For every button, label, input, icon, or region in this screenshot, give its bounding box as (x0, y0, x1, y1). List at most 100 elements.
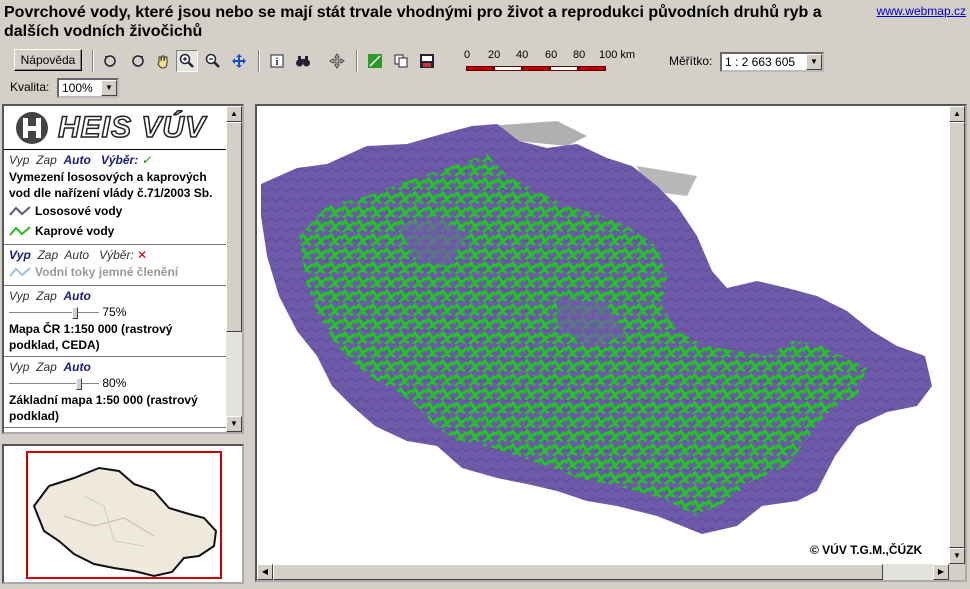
overview-map[interactable] (2, 444, 244, 584)
scroll-left-icon[interactable]: ◀ (257, 564, 273, 580)
legend-layer-fish-waters: Vyp Zap Auto Výběr: ✓ Vymezení lososovýc… (4, 150, 228, 245)
map-view[interactable]: © VÚV T.G.M.,ČÚZK ▲ ▼ ◀ ▶ (255, 104, 967, 582)
scale-bar-segment (550, 66, 578, 71)
toolbar-separator (356, 50, 358, 72)
map-vertical-scrollbar[interactable]: ▲ ▼ (949, 106, 965, 564)
mode-zap[interactable]: Zap (36, 360, 57, 374)
scale-tick-label: 60 (545, 49, 558, 61)
quality-select[interactable]: 100% ▼ (57, 78, 119, 98)
map-copyright: © VÚV T.G.M.,ČÚZK (810, 543, 923, 557)
scale-bar-segment (522, 66, 550, 71)
layer-name: Mapa ČR 1:150 000 (rastrový podklad, CED… (9, 322, 173, 352)
scrollbar-thumb[interactable] (949, 122, 965, 548)
cross-icon: ✕ (137, 248, 148, 262)
scale-select-value: 1 : 2 663 605 (725, 55, 796, 69)
layer-name: Vymezení lososových a kaprových vod dle … (9, 170, 213, 200)
scale-bar-segment (494, 66, 522, 71)
search-binoculars-icon[interactable] (292, 50, 314, 72)
mode-vyp[interactable]: Vyp (9, 289, 29, 303)
zoom-in-icon[interactable] (176, 50, 198, 72)
webmap-link[interactable]: www.webmap.cz (877, 4, 966, 18)
opacity-row: 80% (9, 376, 223, 390)
scale-tick-label: 100 km (599, 49, 636, 61)
layer-modes: Vyp Zap Auto (9, 289, 223, 303)
opacity-value: 80% (102, 376, 127, 390)
scale-tick-label: 80 (573, 49, 586, 61)
legend-layer-streams: Vyp Zap Auto Výběr: ✕ Vodní toky jemné č… (4, 245, 228, 286)
help-button[interactable]: Nápověda (14, 49, 82, 71)
legend-symbol-salmon: Lososové vody (9, 201, 223, 221)
layer-name: Základní mapa 1:50 000 (rastrový podklad… (9, 393, 198, 423)
full-extent-icon[interactable] (228, 50, 250, 72)
legend-panel: HEIS VÚV Vyp Zap Auto Výběr: ✓ Vymezení … (2, 104, 244, 434)
toolbar-separator (258, 50, 260, 72)
legend-symbol-label: Kaprové vody (35, 224, 115, 238)
overview-extent-frame (26, 451, 222, 579)
map-canvas (261, 121, 932, 534)
wave-line-icon (9, 226, 31, 236)
chevron-down-icon[interactable]: ▼ (806, 54, 822, 70)
scale-select[interactable]: 1 : 2 663 605 ▼ (720, 52, 824, 72)
mode-auto[interactable]: Auto (64, 248, 89, 262)
select-label[interactable]: Výběr: (99, 248, 134, 262)
mode-vyp[interactable]: Vyp (9, 360, 29, 374)
opacity-slider[interactable] (9, 377, 99, 390)
pan-hand-icon[interactable] (152, 50, 174, 72)
move-icon[interactable] (326, 50, 348, 72)
layer-modes: Vyp Zap Auto (9, 360, 223, 374)
scroll-down-icon[interactable]: ▼ (949, 548, 965, 564)
copy-icon[interactable] (390, 50, 412, 72)
mode-zap[interactable]: Zap (36, 153, 57, 167)
mode-zap[interactable]: Zap (36, 289, 57, 303)
mode-auto-active[interactable]: Auto (64, 153, 91, 167)
legend-symbol-label: Vodní toky jemné členění (35, 265, 179, 279)
legend-layer-map-150k: Vyp Zap Auto 75% Mapa ČR 1:150 000 (rast… (4, 286, 228, 357)
scrollbar-thumb[interactable] (273, 564, 883, 580)
scroll-up-icon[interactable]: ▲ (949, 106, 965, 122)
zoom-next-icon[interactable] (126, 50, 148, 72)
opacity-value: 75% (102, 305, 127, 319)
check-icon: ✓ (141, 153, 152, 167)
scale-bar: 0 20 40 60 80 100 km (464, 49, 646, 75)
scrollbar-thumb[interactable] (226, 122, 242, 332)
layer-modes: Vyp Zap Auto Výběr: ✓ (9, 153, 223, 167)
scale-tick-label: 40 (516, 49, 529, 61)
print-icon[interactable] (416, 50, 438, 72)
legend-scrollbar[interactable]: ▲ ▼ (226, 106, 242, 432)
mode-vyp[interactable]: Vyp (9, 153, 29, 167)
logo-text: HEIS VÚV (57, 110, 207, 145)
zoom-out-icon[interactable] (202, 50, 224, 72)
app-root: Povrchové vody, které jsou nebo se mají … (0, 0, 970, 589)
heis-vuv-logo: HEIS VÚV (4, 106, 228, 150)
scroll-down-icon[interactable]: ▼ (226, 416, 242, 432)
mode-vyp-active[interactable]: Vyp (9, 248, 31, 262)
zoom-previous-icon[interactable] (100, 50, 122, 72)
wave-line-icon (9, 267, 31, 277)
quality-label: Kvalita: (10, 80, 50, 94)
legend-layer-map-50k: Vyp Zap Auto 80% Základní mapa 1:50 000 … (4, 357, 228, 428)
toolbar: Nápověda i 0 20 40 60 80 100 km (0, 47, 970, 75)
scale-label: Měřítko: (669, 54, 713, 68)
toolbar-separator (92, 50, 94, 72)
mode-auto-active[interactable]: Auto (64, 360, 91, 374)
legend-symbol-streams: Vodní toky jemné členění (9, 262, 223, 282)
layer-modes: Vyp Zap Auto Výběr: ✕ (9, 248, 223, 262)
scroll-right-icon[interactable]: ▶ (933, 564, 949, 580)
page-title: Povrchové vody, které jsou nebo se mají … (4, 4, 822, 40)
opacity-slider[interactable] (9, 306, 99, 319)
mode-auto-active[interactable]: Auto (64, 289, 91, 303)
info-icon[interactable]: i (266, 50, 288, 72)
scale-bar-segment (578, 66, 606, 71)
map-horizontal-scrollbar[interactable]: ◀ ▶ (257, 564, 949, 580)
mode-zap[interactable]: Zap (37, 248, 58, 262)
select-layer-icon[interactable] (364, 50, 386, 72)
svg-text:i: i (276, 57, 279, 68)
chevron-down-icon[interactable]: ▼ (101, 80, 117, 96)
quality-select-value: 100% (62, 81, 93, 95)
scale-bar-segment (466, 66, 494, 71)
scrollbar-corner (949, 564, 965, 580)
scroll-up-icon[interactable]: ▲ (226, 106, 242, 122)
legend-symbol-carp: Kaprové vody (9, 221, 223, 241)
heis-logo-icon (16, 111, 48, 144)
select-label[interactable]: Výběr: (101, 153, 138, 167)
